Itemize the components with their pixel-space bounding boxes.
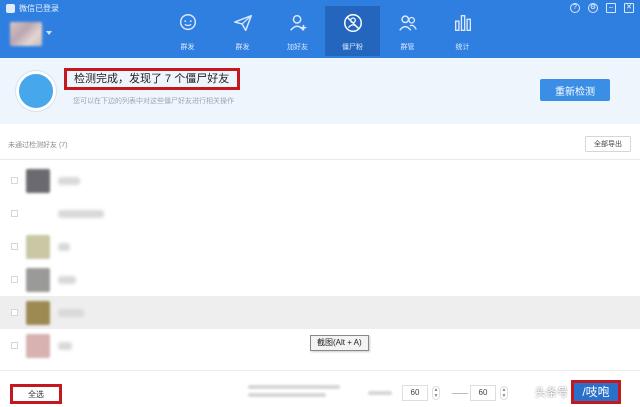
row-checkbox[interactable] — [11, 177, 18, 184]
row-checkbox[interactable] — [11, 309, 18, 316]
minimize-icon[interactable]: – — [606, 3, 616, 13]
list-caption: 未通过检测好友 (7) — [8, 142, 68, 149]
watermark-prefix: 头条号 — [535, 387, 568, 399]
row-checkbox[interactable] — [11, 210, 18, 217]
scan-complete-icon — [16, 71, 56, 111]
friend-list — [0, 164, 640, 362]
window-title-row: 微信已登录 — [6, 3, 59, 14]
chevron-down-icon[interactable] — [46, 31, 52, 35]
friend-avatar — [26, 333, 50, 358]
friend-avatar — [26, 168, 50, 193]
user-avatar[interactable] — [10, 22, 42, 46]
nav-label: 群发 — [180, 44, 195, 51]
row-checkbox[interactable] — [11, 276, 18, 283]
recheck-button[interactable]: 重新检测 — [540, 79, 610, 101]
close-icon[interactable]: ✕ — [624, 3, 634, 13]
footer-note — [248, 385, 340, 399]
result-subtext: 您可以在下边的列表中对这些僵尸好友进行相关操作 — [73, 98, 234, 105]
friend-name-redacted — [58, 308, 84, 317]
bar-chart-icon — [454, 14, 471, 32]
friend-name-redacted — [58, 341, 72, 350]
select-all-button[interactable]: 全选 — [10, 384, 62, 404]
friend-avatar — [26, 202, 50, 226]
friend-name-redacted — [58, 275, 76, 284]
chat-bubble-icon — [179, 14, 196, 31]
nav-item-zombie-fans[interactable]: 僵尸粉 — [325, 6, 380, 56]
result-banner: 检测完成，发现了 7 个僵尸好友 您可以在下边的列表中对这些僵尸好友进行相关操作… — [0, 58, 640, 124]
window-title: 微信已登录 — [19, 4, 59, 13]
nav-label: 加好友 — [287, 44, 308, 51]
range-dash — [452, 393, 468, 394]
zombie-fan-icon — [343, 14, 362, 32]
nav-item-add-friend[interactable]: 加好友 — [270, 6, 325, 56]
nav-item-statistics[interactable]: 统计 — [435, 6, 490, 56]
watermark-name: /吱咆 — [571, 380, 621, 404]
app-logo-icon — [6, 4, 15, 13]
window-controls: ? ⚙ – ✕ — [570, 3, 634, 13]
interval-max-stepper[interactable]: ▲ ▼ — [500, 386, 508, 400]
interval-min-input[interactable]: 60 — [402, 385, 428, 401]
send-icon — [233, 14, 252, 32]
main-nav: 群发 群发 加好友 僵尸粉 群管 统计 — [160, 6, 490, 56]
friend-name-redacted — [58, 209, 104, 218]
friend-row[interactable] — [0, 164, 640, 197]
friend-row[interactable] — [0, 263, 640, 296]
settings-gear-icon[interactable]: ⚙ — [588, 3, 598, 13]
result-headline: 检测完成，发现了 7 个僵尸好友 — [64, 68, 240, 90]
interval-min-stepper[interactable]: ▲ ▼ — [432, 386, 440, 400]
friend-row[interactable] — [0, 230, 640, 263]
friend-avatar — [26, 267, 50, 292]
nav-label: 统计 — [455, 44, 470, 51]
row-checkbox[interactable] — [11, 342, 18, 349]
list-header: 未通过检测好友 (7) 全部导出 — [0, 124, 640, 160]
friend-avatar — [26, 234, 50, 259]
screenshot-tooltip: 截图(Alt + A) — [310, 335, 369, 351]
friend-name-redacted — [58, 242, 70, 251]
help-icon[interactable]: ? — [570, 3, 580, 13]
friend-row[interactable] — [0, 197, 640, 230]
friend-avatar — [26, 300, 50, 325]
nav-item-mass-chat[interactable]: 群发 — [160, 6, 215, 56]
row-checkbox[interactable] — [11, 243, 18, 250]
friend-name-redacted — [58, 176, 80, 185]
interval-max-input[interactable]: 60 — [470, 385, 496, 401]
nav-label: 僵尸粉 — [342, 44, 363, 51]
top-bar: 微信已登录 ? ⚙ – ✕ 群发 群发 加好友 僵尸粉 群管 统计 — [0, 0, 640, 58]
add-friend-icon — [289, 14, 306, 31]
group-icon — [398, 15, 417, 31]
nav-label: 群管 — [400, 44, 415, 51]
nav-item-send[interactable]: 群发 — [215, 6, 270, 56]
nav-item-group-manage[interactable]: 群管 — [380, 6, 435, 56]
export-all-button[interactable]: 全部导出 — [585, 136, 631, 152]
nav-label: 群发 — [235, 44, 250, 51]
footer-bar: 全选 60 ▲ ▼ 60 ▲ ▼ 头条号 /吱咆 — [0, 370, 640, 407]
interval-label — [368, 391, 392, 395]
friend-row[interactable] — [0, 296, 640, 329]
watermark: 头条号 /吱咆 — [535, 380, 621, 404]
